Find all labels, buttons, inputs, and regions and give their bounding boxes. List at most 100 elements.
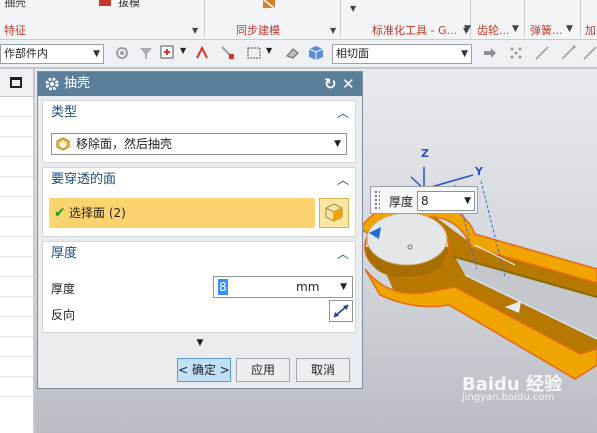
- rectangle-select-icon[interactable]: [246, 45, 262, 61]
- ribbon-group-chevron[interactable]: ▼: [512, 24, 519, 34]
- ribbon-group-chevron[interactable]: ▼: [566, 24, 573, 34]
- cube-icon: [325, 203, 343, 222]
- list-item[interactable]: [0, 117, 33, 137]
- reset-icon[interactable]: ↻: [324, 72, 337, 96]
- thickness-section-header[interactable]: 厚度 ︿: [43, 242, 355, 266]
- ribbon-separator: [340, 0, 341, 38]
- cancel-button[interactable]: 取消: [296, 358, 350, 382]
- thickness-onscreen-label: 厚度: [389, 195, 414, 209]
- thickness-onscreen-input[interactable]: 厚度 8 ▼: [370, 186, 478, 214]
- select-face-label: 选择面 (2): [69, 206, 126, 220]
- list-item[interactable]: [0, 177, 33, 197]
- chevron-down-icon: ▼: [464, 196, 471, 206]
- drag-handle[interactable]: [374, 190, 380, 210]
- more-options-icon[interactable]: ▼: [38, 338, 362, 348]
- ok-button[interactable]: < 确定 >: [177, 358, 231, 382]
- thickness-unit: mm: [296, 280, 320, 294]
- ribbon-dropdown-2[interactable]: ▼: [330, 26, 336, 35]
- select-region-icon[interactable]: [220, 45, 236, 61]
- reverse-direction-icon: [333, 304, 349, 318]
- list-item[interactable]: [0, 237, 33, 257]
- thickness-input[interactable]: 8 mm ▼: [213, 276, 353, 298]
- selection-scope-select[interactable]: 作部件内 ▼: [0, 44, 104, 64]
- face-selector-button[interactable]: [319, 198, 349, 228]
- shell-type-icon: [56, 137, 70, 151]
- watermark-url: jingyan.baidu.com: [462, 392, 555, 403]
- list-item[interactable]: [0, 277, 33, 297]
- ribbon-group-add[interactable]: 加: [585, 22, 596, 38]
- ribbon-draft-icon: [99, 0, 111, 6]
- dialog-title: 抽壳: [64, 76, 91, 91]
- thickness-section: 厚度 ︿ 厚度 8 mm ▼ 反向: [42, 241, 356, 333]
- baidu-watermark: Baidu 经验 jingyan.baidu.com: [462, 370, 562, 403]
- ribbon-group-standard-tools[interactable]: 标准化工具 - G...: [372, 22, 457, 38]
- ribbon-top-row: 抽壳 拔模: [0, 0, 597, 10]
- chevron-down-icon: ▼: [334, 139, 341, 149]
- thickness-section-title: 厚度: [51, 246, 78, 261]
- close-icon[interactable]: ✕: [342, 72, 355, 96]
- reverse-direction-button[interactable]: [329, 300, 353, 322]
- ribbon-separator: [524, 0, 525, 38]
- list-item[interactable]: [0, 197, 33, 217]
- snap-gear-icon[interactable]: [114, 45, 130, 61]
- ribbon-group-sync-modeling[interactable]: 同步建模: [236, 22, 280, 38]
- chevron-down-icon[interactable]: ▼: [266, 46, 272, 55]
- list-item[interactable]: [0, 317, 33, 337]
- chevron-down-icon: ▼: [340, 282, 347, 292]
- apply-button[interactable]: 应用: [236, 358, 290, 382]
- z-axis-label: Z: [421, 147, 429, 160]
- type-section: 类型 ︿ 移除面，然后抽壳 ▼: [42, 100, 356, 163]
- gear-icon: [45, 77, 59, 91]
- ribbon-separator: [204, 0, 205, 38]
- eraser-icon[interactable]: [284, 45, 300, 61]
- ribbon-group-chevron[interactable]: ▼: [464, 24, 471, 34]
- faces-section-header[interactable]: 要穿透的面 ︿: [43, 168, 355, 192]
- ribbon-dropdown-3[interactable]: ▼: [350, 4, 356, 13]
- list-item[interactable]: [0, 257, 33, 277]
- dialog-title-bar[interactable]: 抽壳 ↻ ✕: [38, 72, 362, 96]
- ribbon-sync-icon: [263, 0, 275, 9]
- ribbon-group-feature[interactable]: 特征: [4, 22, 26, 38]
- ribbon-shell-button[interactable]: 抽壳: [4, 0, 26, 10]
- arrow-right-icon[interactable]: [482, 45, 498, 61]
- chevron-down-icon[interactable]: ▼: [180, 46, 186, 55]
- midpoint-icon[interactable]: [582, 45, 597, 61]
- collapse-icon[interactable]: ︿: [337, 101, 349, 125]
- select-face-row[interactable]: ✔ 选择面 (2): [49, 198, 315, 228]
- endpoint-icon[interactable]: [560, 45, 576, 61]
- faces-section: 要穿透的面 ︿ ✔ 选择面 (2): [42, 167, 356, 237]
- shell-type-select[interactable]: 移除面，然后抽壳 ▼: [51, 133, 347, 155]
- select-feature-icon[interactable]: [160, 45, 176, 61]
- list-item[interactable]: [0, 337, 33, 357]
- ribbon-separator: [580, 0, 581, 38]
- part-navigator-header: [0, 69, 33, 97]
- list-item[interactable]: [0, 137, 33, 157]
- line-icon[interactable]: [534, 45, 550, 61]
- ribbon-dropdown-1[interactable]: ▼: [192, 26, 198, 35]
- list-item[interactable]: [0, 157, 33, 177]
- collapse-icon[interactable]: ︿: [337, 168, 349, 192]
- list-item[interactable]: [0, 97, 33, 117]
- y-axis-label: Y: [475, 165, 483, 178]
- snap-point-icon[interactable]: [194, 45, 210, 61]
- type-section-header[interactable]: 类型 ︿: [43, 101, 355, 125]
- shell-dialog: 抽壳 ↻ ✕ 类型 ︿ 移除面，然后抽壳 ▼ 要穿透的面 ︿ ✔ 选择面 (2): [37, 71, 363, 389]
- thickness-value: 8: [218, 279, 228, 295]
- thickness-onscreen-field[interactable]: 8 ▼: [417, 191, 475, 211]
- ribbon-draft-button[interactable]: 拔模: [118, 0, 140, 10]
- selection-toolbar: 作部件内 ▼ ▼ ▼ 相切面 ▼: [0, 40, 597, 68]
- ribbon-group-spring[interactable]: 弹簧...: [530, 22, 563, 38]
- checkmark-icon: ✔: [54, 205, 66, 221]
- list-item[interactable]: [0, 357, 33, 377]
- list-item[interactable]: [0, 217, 33, 237]
- maximize-icon[interactable]: [10, 77, 22, 88]
- cube-icon[interactable]: [308, 45, 324, 61]
- list-item[interactable]: [0, 377, 33, 397]
- filter-icon[interactable]: [138, 45, 154, 61]
- ribbon-group-gear[interactable]: 齿轮...: [477, 22, 510, 38]
- snap-grid-icon[interactable]: [508, 45, 524, 61]
- type-section-title: 类型: [51, 105, 78, 120]
- list-item[interactable]: [0, 297, 33, 317]
- snap-filter-select[interactable]: 相切面 ▼: [332, 44, 472, 64]
- collapse-icon[interactable]: ︿: [337, 242, 349, 266]
